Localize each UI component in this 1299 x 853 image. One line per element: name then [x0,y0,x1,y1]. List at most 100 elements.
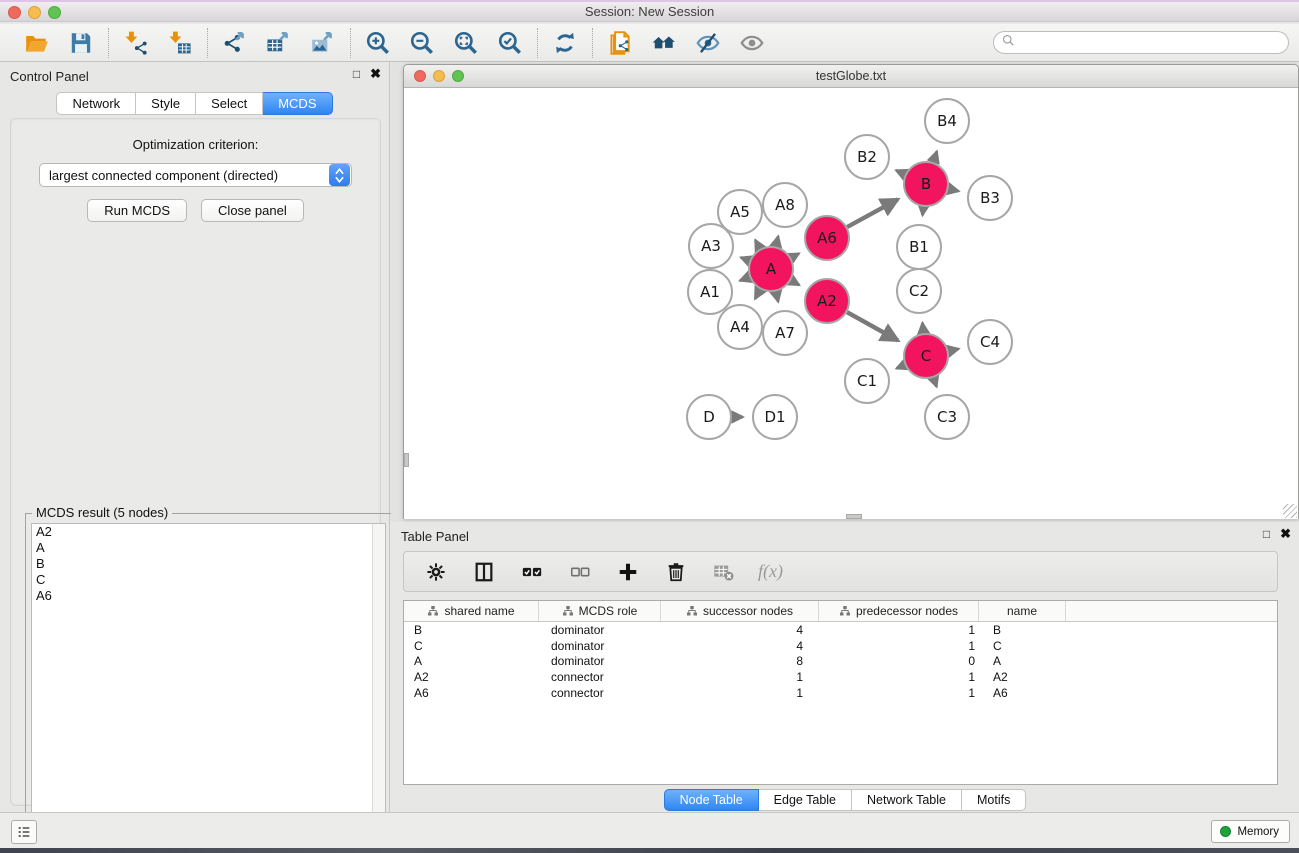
hide-details-icon[interactable] [694,29,722,57]
column-header-successor-nodes[interactable]: successor nodes [661,601,819,621]
cell[interactable]: 1 [661,685,819,701]
column-header-name[interactable]: name [979,601,1066,621]
graph-node-A1[interactable]: A1 [688,270,732,314]
network-canvas[interactable]: AA1A2A3A4A5A6A7A8BB1B2B3B4CC1C2C3C4DD1 [404,88,1298,519]
graph-node-C3[interactable]: C3 [925,395,969,439]
search-field[interactable] [993,31,1289,54]
graph-node-B[interactable]: B [904,162,948,206]
edge-C-C3[interactable] [934,378,937,387]
save-icon[interactable] [67,29,95,57]
edge-A-A1[interactable] [740,277,750,281]
export-table-icon[interactable] [265,29,293,57]
graph-node-C[interactable]: C [904,334,948,378]
show-details-icon[interactable] [738,29,766,57]
cell[interactable]: A2 [979,669,1066,685]
edge-A-A2[interactable] [791,280,799,285]
network-minimize-button[interactable] [433,70,445,82]
result-item[interactable]: A2 [32,524,385,540]
select-all-icon[interactable] [518,558,546,586]
table-row[interactable]: A6connector11A6 [404,685,1277,701]
import-table-icon[interactable] [166,29,194,57]
zoom-out-icon[interactable] [408,29,436,57]
export-image-icon[interactable] [309,29,337,57]
edge-B-B2[interactable] [896,170,905,174]
search-input[interactable] [1016,34,1288,52]
network-zoom-button[interactable] [452,70,464,82]
edge-A-A4[interactable] [755,289,760,299]
cell[interactable]: dominator [539,622,661,638]
result-item[interactable]: A6 [32,588,385,604]
tab-node-table[interactable]: Node Table [664,789,759,811]
zoom-selected-icon[interactable] [496,29,524,57]
tab-motifs[interactable]: Motifs [962,789,1026,811]
graph-node-A7[interactable]: A7 [763,311,807,355]
tab-select[interactable]: Select [196,92,263,115]
cell[interactable]: 1 [819,685,979,701]
cell[interactable]: A6 [404,685,539,701]
minimize-window-button[interactable] [28,6,41,19]
run-mcds-button[interactable]: Run MCDS [87,199,187,222]
cell[interactable]: dominator [539,638,661,654]
cell[interactable]: C [404,638,539,654]
graph-node-A6[interactable]: A6 [805,216,849,260]
edge-A-A3[interactable] [741,258,750,261]
gear-icon[interactable] [422,558,450,586]
column-header-predecessor-nodes[interactable]: predecessor nodes [819,601,979,621]
cell[interactable]: 4 [661,622,819,638]
edge-B-B3[interactable] [949,189,959,191]
table-row[interactable]: Cdominator41C [404,638,1277,654]
task-history-button[interactable] [11,820,37,844]
graph-node-C2[interactable]: C2 [897,269,941,313]
result-item[interactable]: B [32,556,385,572]
resize-grip[interactable] [1283,504,1297,518]
network-from-file-icon[interactable] [606,29,634,57]
home-icon[interactable] [650,29,678,57]
export-network-icon[interactable] [221,29,249,57]
column-header-MCDS-role[interactable]: MCDS role [539,601,661,621]
tab-network-table[interactable]: Network Table [852,789,962,811]
result-item[interactable]: A [32,540,385,556]
cell[interactable]: dominator [539,654,661,670]
close-panel-button[interactable]: Close panel [201,199,304,222]
cell[interactable]: 1 [819,669,979,685]
close-window-button[interactable] [8,6,21,19]
edge-A2-C[interactable] [847,312,898,340]
add-icon[interactable] [614,558,642,586]
cell[interactable]: B [404,622,539,638]
graph-node-D1[interactable]: D1 [753,395,797,439]
graph-node-A8[interactable]: A8 [763,183,807,227]
zoom-in-icon[interactable] [364,29,392,57]
table-row[interactable]: A2connector11A2 [404,669,1277,685]
edge-B-B1[interactable] [923,207,924,215]
graph-node-B1[interactable]: B1 [897,225,941,269]
graph-node-A[interactable]: A [749,247,793,291]
memory-button[interactable]: Memory [1211,820,1290,843]
cell[interactable]: connector [539,669,661,685]
edge-A-A5[interactable] [755,240,760,249]
cell[interactable]: C [979,638,1066,654]
criterion-dropdown[interactable]: largest connected component (directed) [39,163,352,187]
tab-network[interactable]: Network [56,92,136,115]
cell[interactable]: connector [539,685,661,701]
columns-icon[interactable] [470,558,498,586]
import-network-icon[interactable] [122,29,150,57]
edge-C-C4[interactable] [949,349,959,351]
cell[interactable]: A2 [404,669,539,685]
graph-node-A4[interactable]: A4 [718,305,762,349]
float-icon[interactable]: □ [353,68,360,80]
zoom-window-button[interactable] [48,6,61,19]
table-row[interactable]: Bdominator41B [404,622,1277,638]
cell[interactable]: 0 [819,654,979,670]
column-header-shared-name[interactable]: shared name [404,601,539,621]
graph-node-A3[interactable]: A3 [689,224,733,268]
cell[interactable]: A6 [979,685,1066,701]
graph-node-D[interactable]: D [687,395,731,439]
cell[interactable]: 8 [661,654,819,670]
cell[interactable]: 1 [661,669,819,685]
graph-node-B3[interactable]: B3 [968,176,1012,220]
network-window-titlebar[interactable]: testGlobe.txt [404,65,1298,88]
graph-node-C1[interactable]: C1 [845,359,889,403]
open-folder-icon[interactable] [23,29,51,57]
close-icon[interactable]: ✖ [1280,528,1291,540]
function-builder-button[interactable]: f(x) [758,561,783,582]
